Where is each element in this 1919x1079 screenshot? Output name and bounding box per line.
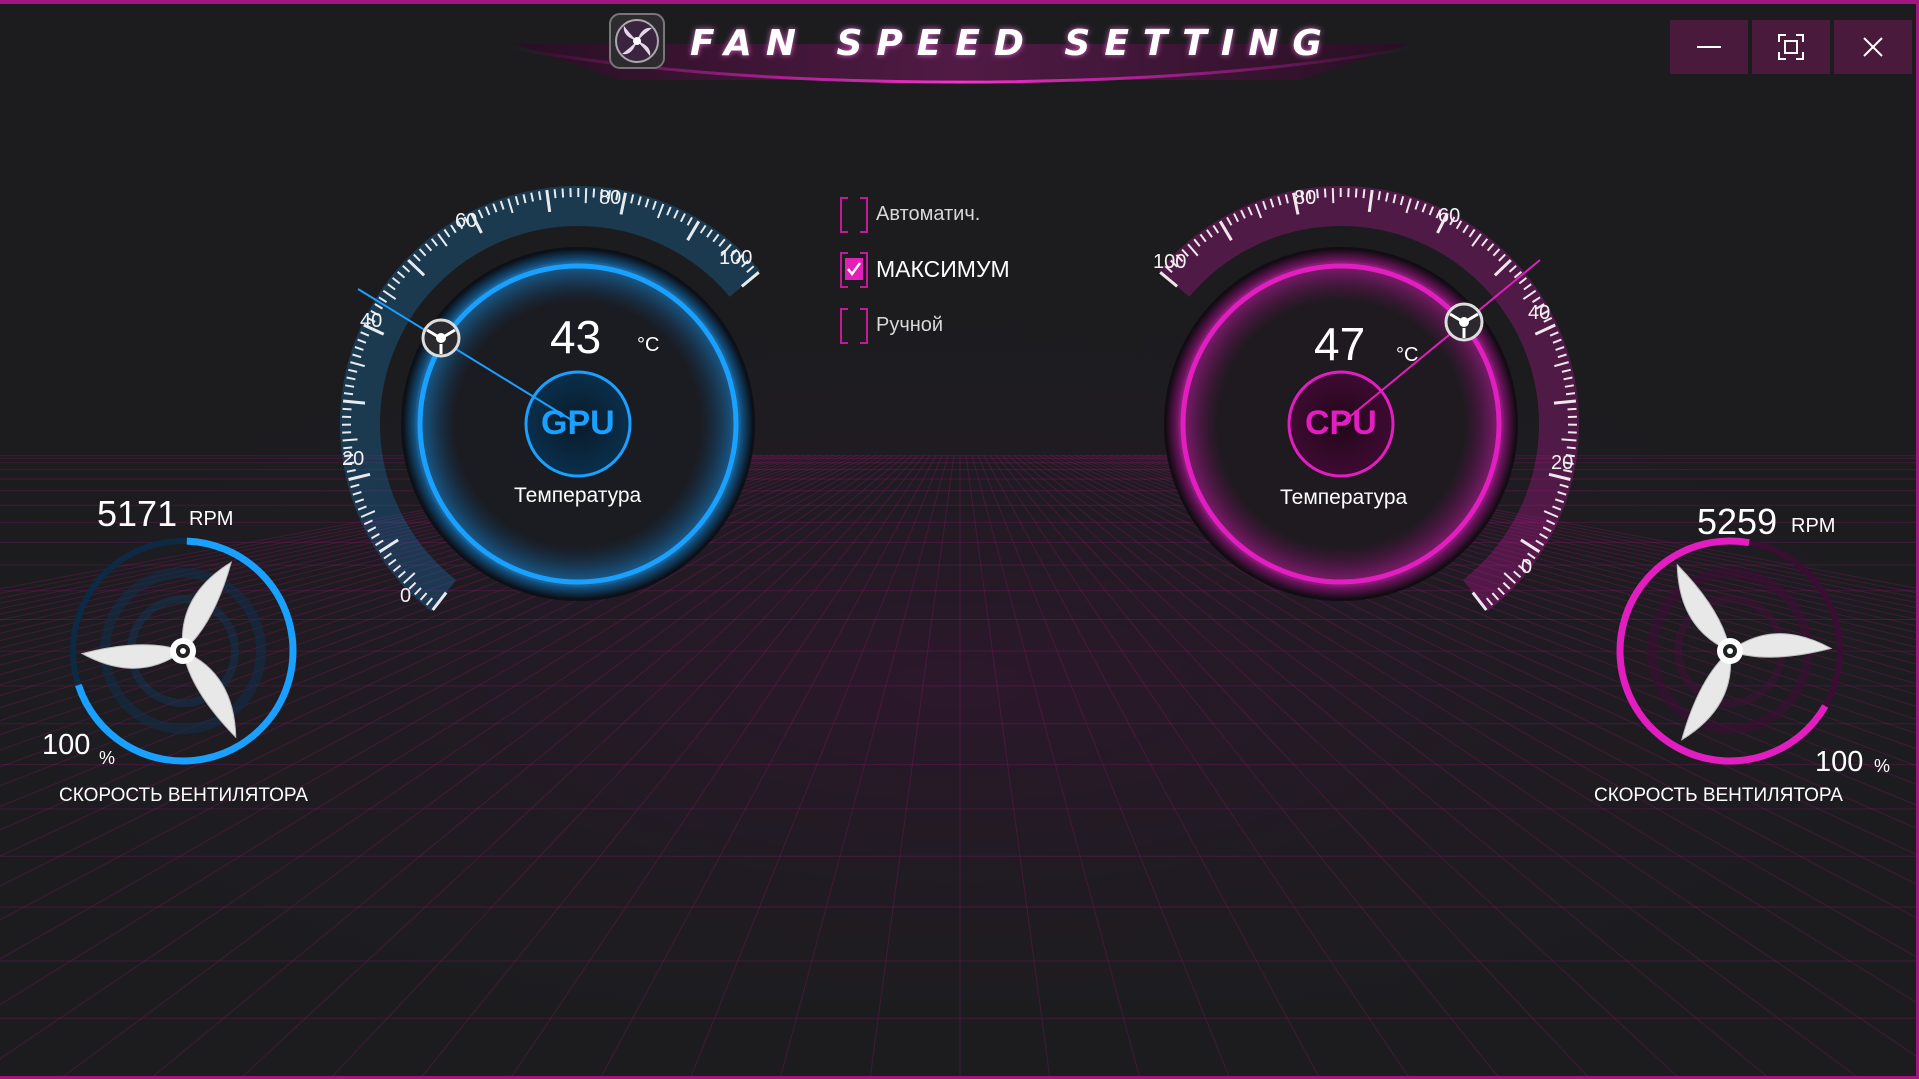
gpu-temperature-unit: °C bbox=[637, 334, 660, 356]
maximize-icon bbox=[1778, 34, 1804, 60]
window-title: FAN SPEED SETTING bbox=[690, 23, 1336, 64]
fan-app-icon bbox=[608, 12, 666, 70]
mode-max-checkbox[interactable] bbox=[840, 252, 868, 288]
cpu-temperature-value: 47 bbox=[1314, 318, 1366, 370]
close-icon bbox=[1863, 37, 1883, 57]
mode-auto-label: Автоматич. bbox=[876, 202, 981, 225]
mode-manual-label: Ручной bbox=[876, 313, 944, 336]
cpu-fan-rpm: 5259 bbox=[1697, 501, 1778, 542]
minimize-button[interactable] bbox=[1670, 20, 1748, 74]
gpu-fan-rpm-unit: RPM bbox=[189, 508, 234, 530]
gpu-tick-20: 20 bbox=[342, 448, 365, 470]
mode-max-label: МАКСИМУМ bbox=[876, 255, 1010, 282]
mode-auto-checkbox[interactable] bbox=[840, 197, 868, 233]
mode-manual-checkbox[interactable] bbox=[840, 308, 868, 344]
cpu-tick-40: 40 bbox=[1528, 302, 1551, 324]
cpu-tick-80: 80 bbox=[1294, 187, 1317, 209]
cpu-tick-60: 60 bbox=[1438, 205, 1461, 227]
cpu-chip-label: CPU bbox=[1305, 404, 1377, 442]
mode-auto-option[interactable]: Автоматич. bbox=[840, 197, 981, 233]
gpu-chip-label: GPU bbox=[541, 404, 615, 442]
gpu-temperature-value: 43 bbox=[550, 311, 602, 363]
gpu-tick-40: 40 bbox=[360, 310, 383, 332]
cpu-tick-100: 100 bbox=[1153, 251, 1187, 273]
gpu-fan-percent-unit: % bbox=[99, 748, 116, 768]
gpu-tick-100: 100 bbox=[719, 247, 753, 269]
cpu-fan-rpm-unit: RPM bbox=[1791, 515, 1836, 537]
gpu-tick-80: 80 bbox=[599, 187, 622, 209]
minimize-icon bbox=[1697, 46, 1721, 48]
gpu-fan-rpm: 5171 bbox=[97, 493, 178, 534]
cpu-fan-speed-label: СКОРОСТЬ ВЕНТИЛЯТОРА bbox=[1594, 785, 1843, 806]
mode-manual-option[interactable]: Ручной bbox=[840, 308, 944, 344]
cpu-fan-percent: 100 bbox=[1815, 746, 1864, 778]
gpu-temperature-label: Температура bbox=[514, 484, 642, 507]
background-grid bbox=[0, 0, 1919, 1079]
gpu-fan-speed-label: СКОРОСТЬ ВЕНТИЛЯТОРА bbox=[59, 785, 308, 806]
gpu-tick-0: 0 bbox=[400, 585, 412, 607]
gpu-fan-percent: 100 bbox=[42, 729, 91, 761]
gpu-tick-60: 60 bbox=[455, 210, 478, 232]
cpu-tick-0: 0 bbox=[1521, 556, 1533, 578]
cpu-tick-20: 20 bbox=[1551, 452, 1574, 474]
cpu-temperature-label: Температура bbox=[1280, 486, 1408, 509]
mode-max-option[interactable]: МАКСИМУМ bbox=[840, 252, 1010, 288]
checkmark-icon bbox=[847, 262, 861, 276]
cpu-fan-percent-unit: % bbox=[1874, 756, 1891, 776]
close-button[interactable] bbox=[1834, 20, 1912, 74]
cpu-temperature-unit: °C bbox=[1396, 344, 1419, 366]
maximize-button[interactable] bbox=[1752, 20, 1830, 74]
